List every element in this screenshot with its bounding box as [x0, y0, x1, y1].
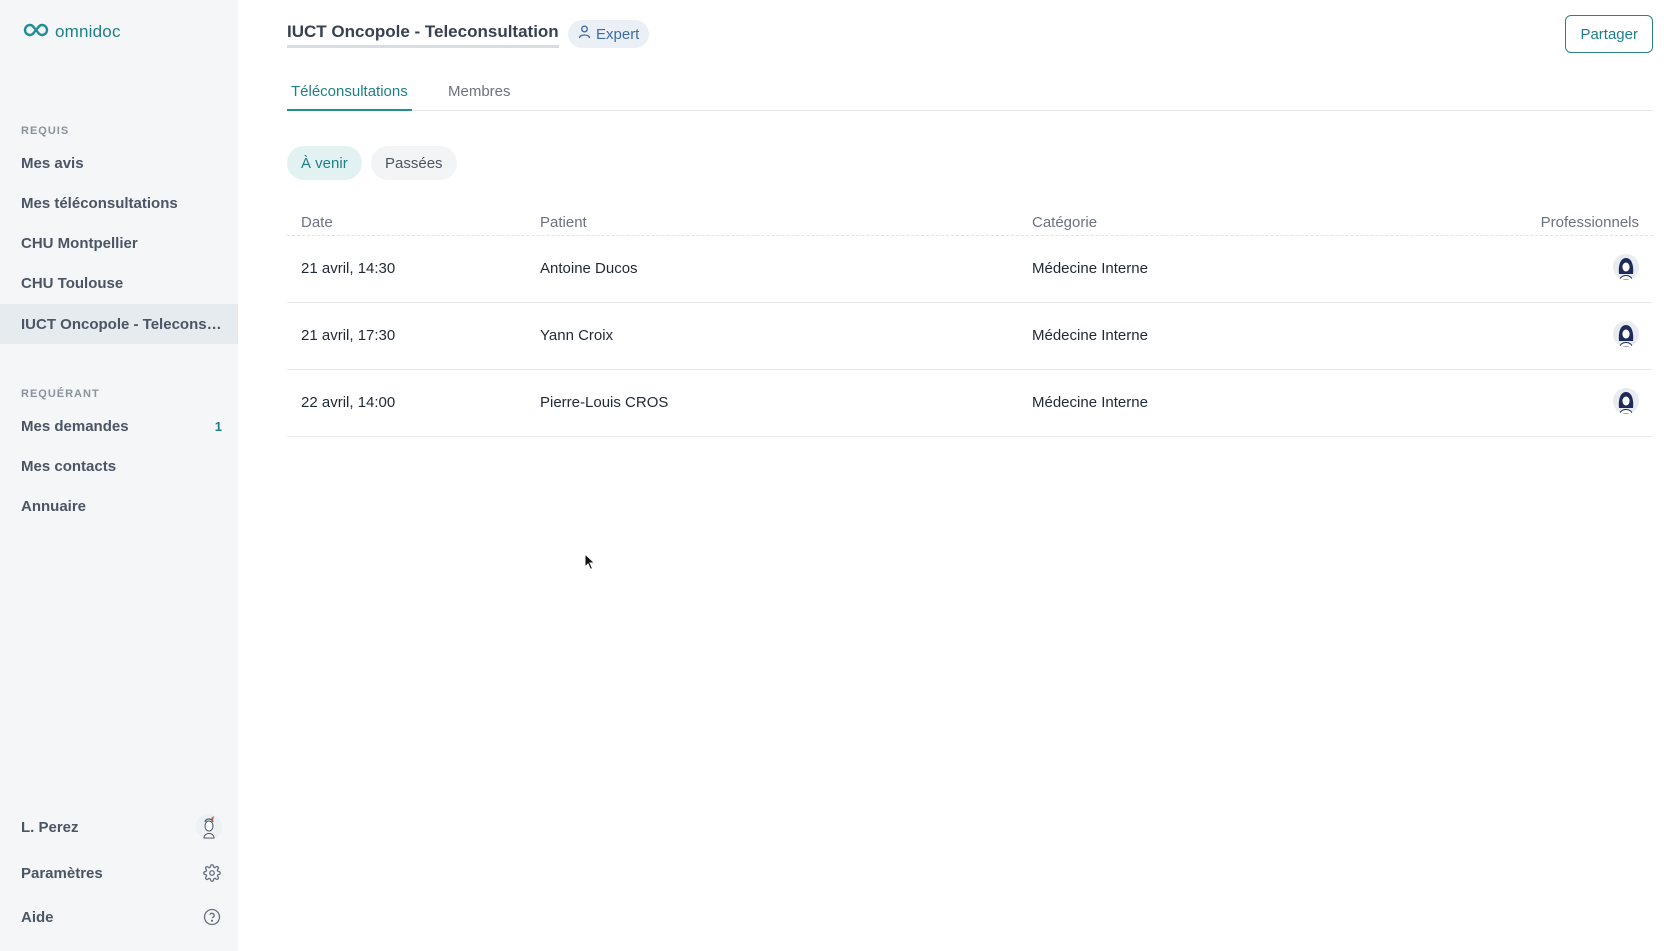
- cell-patient: Yann Croix: [540, 327, 614, 344]
- page-title: IUCT Oncopole - Teleconsultation: [287, 22, 559, 48]
- sidebar-item-label: CHU Toulouse: [21, 274, 124, 292]
- professional-avatar[interactable]: [1613, 388, 1639, 414]
- sidebar-item-parametres[interactable]: Paramètres: [0, 853, 238, 893]
- sidebar-item-mes-demandes[interactable]: Mes demandes 1: [0, 406, 238, 446]
- sidebar-item-label: Mes demandes: [21, 417, 129, 435]
- cell-category: Médecine Interne: [1032, 260, 1148, 277]
- count-badge: 1: [214, 418, 222, 434]
- tab-teleconsultations[interactable]: Téléconsultations: [287, 83, 412, 111]
- sidebar-item-annuaire[interactable]: Annuaire: [0, 486, 238, 526]
- cell-date: 22 avril, 14:00: [301, 394, 396, 411]
- gear-icon: [202, 863, 222, 883]
- sidebar-item-aide[interactable]: Aide: [0, 897, 238, 937]
- table-row[interactable]: 21 avril, 14:30 Antoine Ducos Médecine I…: [287, 236, 1653, 303]
- sidebar-item-chu-montpellier[interactable]: CHU Montpellier: [0, 223, 238, 263]
- sidebar-item-mes-teleconsultations[interactable]: Mes téléconsultations: [0, 183, 238, 223]
- column-header-categorie: Catégorie: [1032, 214, 1098, 231]
- sidebar-item-label: Mes avis: [21, 154, 84, 172]
- role-badge: Expert: [568, 20, 650, 48]
- table-row[interactable]: 22 avril, 14:00 Pierre-Louis CROS Médeci…: [287, 370, 1653, 437]
- sidebar-item-label: CHU Montpellier: [21, 234, 138, 252]
- user-name: L. Perez: [21, 818, 79, 836]
- column-header-patient: Patient: [540, 214, 587, 231]
- brand-logo[interactable]: omnidoc: [23, 22, 121, 42]
- section-title-requerant: REQUÉRANT: [21, 388, 100, 400]
- table-row[interactable]: 21 avril, 17:30 Yann Croix Médecine Inte…: [287, 303, 1653, 370]
- professional-avatar[interactable]: [1613, 321, 1639, 347]
- filter-a-venir[interactable]: À venir: [287, 146, 362, 180]
- teleconsultations-table: Date Patient Catégorie Professionnels 21…: [287, 208, 1653, 437]
- role-badge-label: Expert: [596, 25, 640, 43]
- sidebar-item-label: Paramètres: [21, 864, 103, 882]
- cell-category: Médecine Interne: [1032, 327, 1148, 344]
- sidebar-item-chu-toulouse[interactable]: CHU Toulouse: [0, 263, 238, 303]
- avatar: [196, 814, 222, 840]
- tab-membres[interactable]: Membres: [448, 83, 511, 111]
- help-circle-icon: [202, 907, 222, 927]
- sidebar-item-iuct-oncopole[interactable]: IUCT Oncopole - Teleconsultation: [0, 304, 238, 344]
- cell-patient: Pierre-Louis CROS: [540, 394, 669, 411]
- omnidoc-logo-icon: [23, 23, 49, 42]
- professional-avatar[interactable]: [1613, 254, 1639, 280]
- cell-patient: Antoine Ducos: [540, 260, 638, 277]
- filter-passees[interactable]: Passées: [371, 146, 457, 180]
- cell-date: 21 avril, 17:30: [301, 327, 396, 344]
- main-content: IUCT Oncopole - Teleconsultation Expert …: [238, 0, 1680, 951]
- share-button[interactable]: Partager: [1565, 15, 1653, 53]
- tab-bar: Téléconsultations Membres: [287, 80, 1653, 111]
- sidebar-item-mes-contacts[interactable]: Mes contacts: [0, 446, 238, 486]
- sidebar-user[interactable]: L. Perez: [0, 807, 238, 847]
- sidebar-item-mes-avis[interactable]: Mes avis: [0, 143, 238, 183]
- sidebar-item-label: Annuaire: [21, 497, 87, 515]
- cell-date: 21 avril, 14:30: [301, 260, 396, 277]
- sidebar-item-label: Aide: [21, 908, 54, 926]
- brand-name: omnidoc: [55, 22, 121, 41]
- cell-category: Médecine Interne: [1032, 394, 1148, 411]
- sidebar: omnidoc REQUIS Mes avis Mes téléconsulta…: [0, 0, 238, 951]
- table-header: Date Patient Catégorie Professionnels: [287, 208, 1653, 236]
- sidebar-item-label: Mes contacts: [21, 457, 117, 475]
- sidebar-item-label: Mes téléconsultations: [21, 194, 178, 212]
- user-icon: [578, 25, 591, 43]
- mouse-cursor-icon: [584, 552, 596, 576]
- section-title-requis: REQUIS: [21, 125, 70, 137]
- column-header-date: Date: [301, 214, 333, 231]
- column-header-professionnels: Professionnels: [1540, 214, 1639, 231]
- sidebar-item-label: IUCT Oncopole - Teleconsultation: [21, 315, 222, 333]
